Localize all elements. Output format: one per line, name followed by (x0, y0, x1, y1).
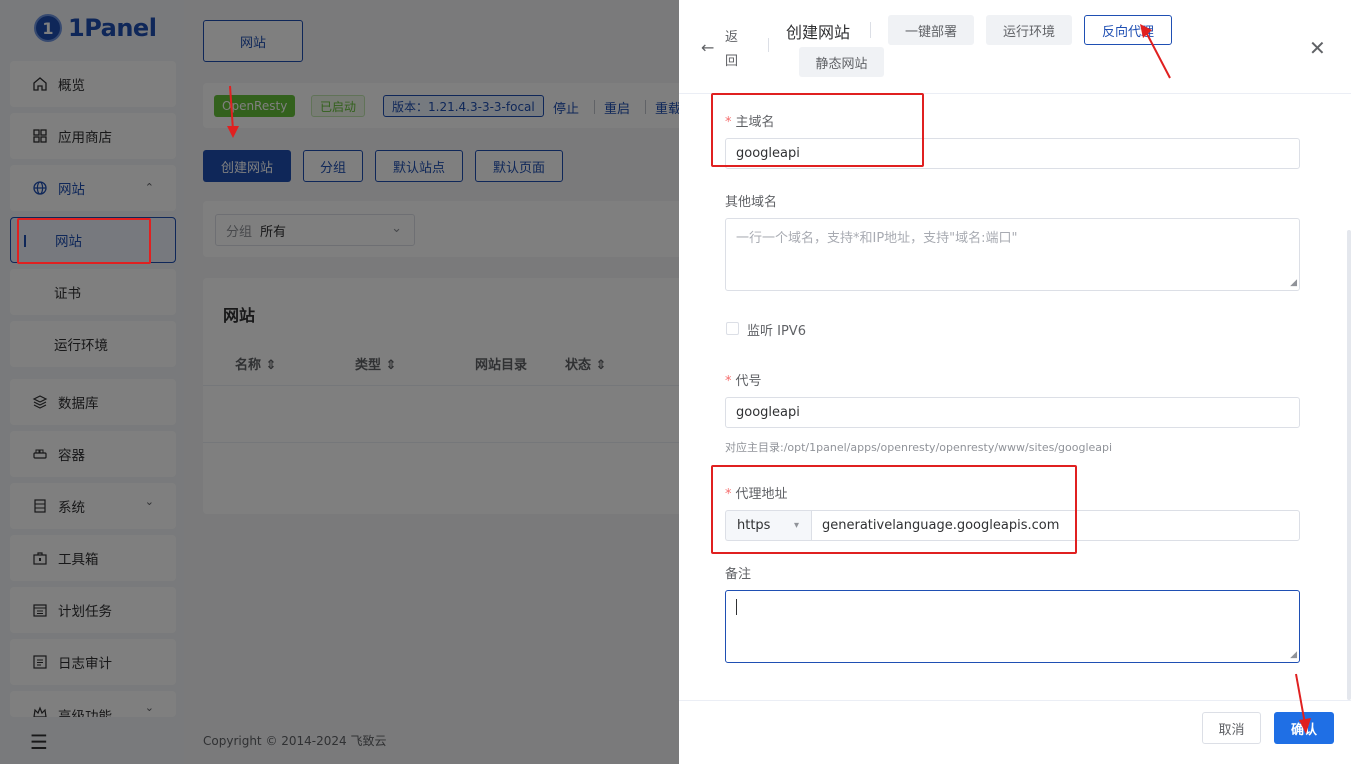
remark-textarea[interactable]: ◢ (725, 590, 1300, 663)
ipv6-checkbox[interactable] (726, 322, 739, 335)
confirm-button[interactable]: 确认 (1274, 712, 1334, 744)
cancel-button[interactable]: 取消 (1202, 712, 1261, 744)
alias-input[interactable]: googleapi (725, 397, 1300, 428)
alias-hint: 对应主目录:/opt/1panel/apps/openresty/openres… (725, 441, 1113, 454)
drawer-title: 创建网站 (786, 23, 851, 42)
proxy-address-input[interactable]: generativelanguage.googleapis.com (811, 510, 1300, 541)
protocol-select[interactable]: https ▾ (725, 510, 811, 541)
divider (768, 38, 769, 52)
text-cursor (736, 599, 737, 615)
other-domains-label: 其他域名 (725, 195, 778, 210)
chevron-down-icon: ▾ (793, 520, 799, 531)
other-domains-textarea[interactable]: 一行一个域名，支持*和IP地址，支持"域名:端口" ◢ (725, 218, 1300, 291)
remark-label: 备注 (725, 567, 752, 582)
alias-label: * 代号 (725, 374, 762, 389)
primary-domain-input[interactable]: googleapi (725, 138, 1300, 169)
resize-handle-icon[interactable]: ◢ (1290, 651, 1297, 660)
close-icon[interactable]: ✕ (1309, 36, 1326, 60)
modal-overlay[interactable] (0, 0, 679, 764)
tab-static-site[interactable]: 静态网站 (799, 47, 884, 77)
back-button[interactable]: 返回 (725, 26, 739, 74)
tab-one-click-deploy[interactable]: 一键部署 (888, 15, 974, 45)
resize-handle-icon[interactable]: ◢ (1290, 279, 1297, 288)
proxy-label: * 代理地址 (725, 487, 788, 502)
primary-domain-label: * 主域名 (725, 115, 775, 130)
back-arrow-icon[interactable]: ← (701, 38, 714, 57)
drawer-scrollbar[interactable] (1347, 230, 1351, 700)
divider (870, 22, 871, 38)
create-website-drawer: ← 返回 创建网站 一键部署 运行环境 反向代理 静态网站 ✕ * 主域名 goo… (679, 0, 1351, 764)
tab-reverse-proxy[interactable]: 反向代理 (1084, 15, 1172, 45)
tab-runtime[interactable]: 运行环境 (986, 15, 1072, 45)
ipv6-label[interactable]: 监听 IPV6 (747, 320, 806, 339)
